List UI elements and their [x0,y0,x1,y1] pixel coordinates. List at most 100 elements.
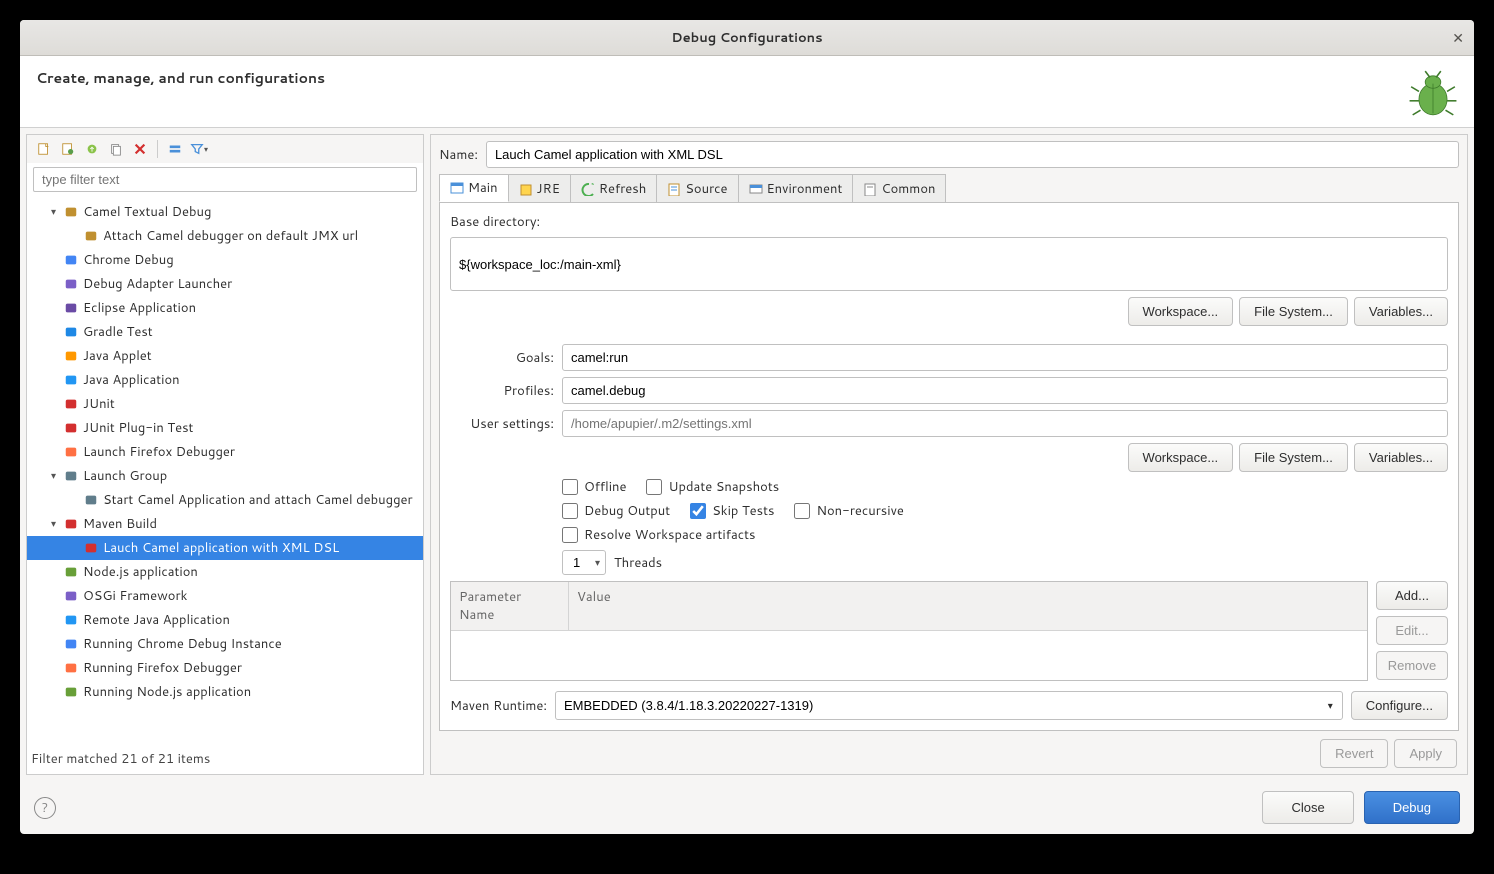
usersettings-label: User settings: [450,415,554,433]
config-type-icon [63,300,79,316]
tab-environment[interactable]: Environment [738,174,854,202]
tree-item-attach-camel-debugger-on-default-jmx-url[interactable]: Attach Camel debugger on default JMX url [27,224,423,248]
page-title: Create, manage, and run configurations [36,68,325,88]
parameters-section: Parameter Name Value Add... Edit... Remo… [450,581,1448,681]
tree-item-camel-textual-debug[interactable]: ▾Camel Textual Debug [27,200,423,224]
workspace-button-2[interactable]: Workspace... [1128,443,1234,472]
usersettings-input[interactable] [562,410,1448,437]
skip-tests-checkbox[interactable]: Skip Tests [690,502,774,520]
tab-icon [863,182,877,196]
name-row: Name: [439,141,1459,168]
add-param-button[interactable]: Add... [1376,581,1448,610]
collapse-all-button[interactable] [164,138,186,160]
goals-input[interactable] [562,344,1448,371]
edit-param-button[interactable]: Edit... [1376,616,1448,645]
tree-item-label: Launch Group [83,467,167,485]
apply-button[interactable]: Apply [1394,739,1457,768]
tree-item-eclipse-application[interactable]: Eclipse Application [27,296,423,320]
parameters-table[interactable]: Parameter Name Value [450,581,1368,681]
config-type-icon [63,588,79,604]
delete-button[interactable] [129,138,151,160]
tree-item-label: Eclipse Application [83,299,196,317]
collapse-arrow-icon[interactable]: ▾ [51,205,63,219]
tab-label: Common [881,180,935,198]
tree-item-chrome-debug[interactable]: Chrome Debug [27,248,423,272]
config-type-icon [63,204,79,220]
tree-item-java-applet[interactable]: Java Applet [27,344,423,368]
tab-icon [519,182,533,196]
config-type-icon [63,684,79,700]
tree-item-junit[interactable]: JUnit [27,392,423,416]
name-input[interactable] [486,141,1459,168]
duplicate-button[interactable] [105,138,127,160]
tree-item-lauch-camel-application-with-xml-dsl[interactable]: Lauch Camel application with XML DSL [27,536,423,560]
tree-item-launch-group[interactable]: ▾ Launch Group [27,464,423,488]
configure-button[interactable]: Configure... [1351,691,1448,720]
config-type-icon [63,396,79,412]
tree-item-running-firefox-debugger[interactable]: Running Firefox Debugger [27,656,423,680]
collapse-arrow-icon[interactable]: ▾ [51,469,63,483]
tree-item-osgi-framework[interactable]: OSGi Framework [27,584,423,608]
tree-item-maven-build[interactable]: ▾Maven Build [27,512,423,536]
debug-output-checkbox[interactable]: Debug Output [562,502,670,520]
variables-button-2[interactable]: Variables... [1354,443,1448,472]
filter-button[interactable]: ▾ [188,138,210,160]
param-value-header: Value [569,582,1367,630]
tree-item-node-js-application[interactable]: Node.js application [27,560,423,584]
variables-button[interactable]: Variables... [1354,297,1448,326]
config-type-icon [63,420,79,436]
collapse-arrow-icon[interactable]: ▾ [51,517,63,531]
new-prototype-button[interactable] [57,138,79,160]
tree-item-launch-firefox-debugger[interactable]: Launch Firefox Debugger [27,440,423,464]
tree-item-running-chrome-debug-instance[interactable]: Running Chrome Debug Instance [27,632,423,656]
tree-item-gradle-test[interactable]: Gradle Test [27,320,423,344]
tab-common[interactable]: Common [852,174,946,202]
profiles-input[interactable] [562,377,1448,404]
config-tree[interactable]: ▾Camel Textual DebugAttach Camel debugge… [27,196,423,743]
tree-item-label: Lauch Camel application with XML DSL [103,539,339,557]
tree-item-label: Running Chrome Debug Instance [83,635,282,653]
config-editor-panel: Name: MainJRE Refresh Source Environment Com… [430,134,1468,775]
tab-source[interactable]: Source [656,174,738,202]
tree-item-remote-java-application[interactable]: Remote Java Application [27,608,423,632]
tree-item-java-application[interactable]: Java Application [27,368,423,392]
tab-label: Refresh [599,180,646,198]
help-icon[interactable]: ? [34,797,56,819]
threads-select[interactable]: 1 [562,550,606,575]
tree-item-running-node-js-application[interactable]: Running Node.js application [27,680,423,704]
filesystem-button[interactable]: File System... [1239,297,1348,326]
config-type-icon [63,444,79,460]
titlebar: Debug Configurations ✕ [20,20,1474,56]
tab-icon [749,182,763,196]
remove-param-button[interactable]: Remove [1376,651,1448,680]
runtime-select[interactable]: EMBEDDED (3.8.4/1.18.3.20220227-1319) [555,691,1343,720]
config-type-icon [63,348,79,364]
tab-main[interactable]: Main [439,174,509,202]
tab-icon [581,182,595,196]
filesystem-button-2[interactable]: File System... [1239,443,1348,472]
filter-input[interactable] [33,167,417,192]
tree-item-junit-plug-in-test[interactable]: JUnit Plug-in Test [27,416,423,440]
base-dir-input[interactable] [450,237,1448,291]
update-snapshots-checkbox[interactable]: Update Snapshots [646,478,779,496]
non-recursive-checkbox[interactable]: Non-recursive [794,502,903,520]
export-button[interactable] [81,138,103,160]
tab-refresh[interactable]: Refresh [570,174,657,202]
config-type-icon [83,540,99,556]
workspace-button[interactable]: Workspace... [1128,297,1234,326]
close-button[interactable]: Close [1262,791,1353,824]
tab-label: Environment [767,180,843,198]
config-type-icon [63,516,79,532]
config-tree-panel: ▾ ▾Camel Textual DebugAttach Camel debug… [26,134,424,775]
tree-item-debug-adapter-launcher[interactable]: Debug Adapter Launcher [27,272,423,296]
new-config-button[interactable] [33,138,55,160]
config-type-icon [63,660,79,676]
tree-item-start-camel-application-and-attach-camel-debugger[interactable]: Start Camel Application and attach Camel… [27,488,423,512]
config-type-icon [63,612,79,628]
resolve-workspace-checkbox[interactable]: Resolve Workspace artifacts [562,526,755,544]
revert-button[interactable]: Revert [1320,739,1388,768]
debug-button[interactable]: Debug [1364,791,1460,824]
tab-jre[interactable]: JRE [508,174,571,202]
offline-checkbox[interactable]: Offline [562,478,626,496]
close-icon[interactable]: ✕ [1452,28,1464,48]
